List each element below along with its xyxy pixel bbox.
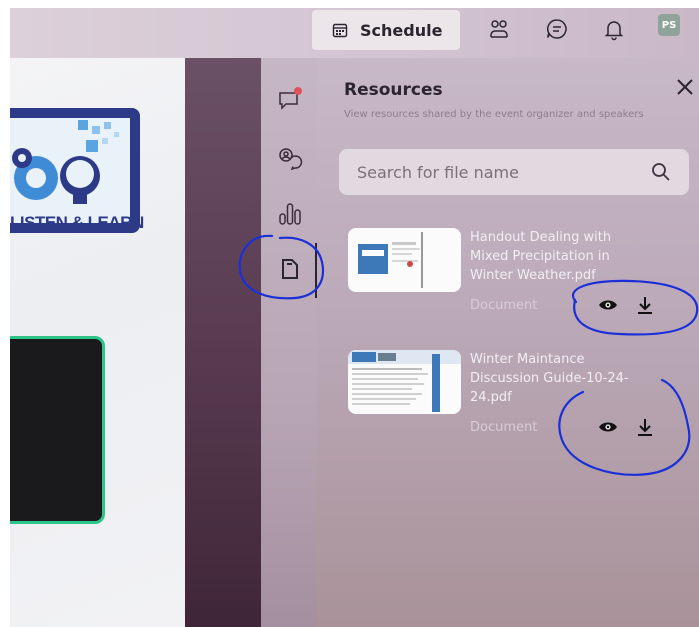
- view-button[interactable]: [595, 292, 621, 318]
- download-icon: [638, 297, 652, 314]
- presentation-stage: LISTEN & LEARN: [10, 58, 185, 627]
- resource-item[interactable]: Winter Maintance Discussion Guide-10-24-…: [348, 350, 688, 450]
- avatar[interactable]: PS: [658, 14, 680, 36]
- file-type: Document: [470, 298, 538, 313]
- top-bar: Schedule PS: [10, 8, 699, 58]
- file-type: Document: [470, 420, 538, 435]
- search-icon[interactable]: [650, 161, 672, 183]
- close-icon: [677, 79, 693, 95]
- view-button[interactable]: [595, 414, 621, 440]
- panel-subtitle: View resources shared by the event organ…: [344, 109, 644, 120]
- side-rail: [261, 58, 318, 627]
- chat-notification-icon[interactable]: [277, 86, 303, 112]
- close-button[interactable]: [674, 76, 696, 98]
- download-icon: [638, 419, 652, 436]
- search-input[interactable]: [357, 159, 637, 185]
- schedule-button[interactable]: Schedule: [312, 10, 460, 50]
- download-button[interactable]: [632, 414, 658, 440]
- download-button[interactable]: [632, 292, 658, 318]
- search-box: [339, 149, 689, 195]
- event-logo-text: LISTEN & LEARN: [10, 213, 144, 232]
- stage-divider: [185, 58, 261, 627]
- poll-chart-icon[interactable]: [277, 201, 303, 227]
- document-icon[interactable]: [277, 256, 303, 282]
- file-name: Handout Dealing with Mixed Precipitation…: [470, 230, 612, 283]
- bell-icon[interactable]: [599, 14, 629, 44]
- file-name: Winter Maintance Discussion Guide-10-24-…: [470, 352, 629, 405]
- video-tile[interactable]: [10, 336, 105, 524]
- file-thumbnail[interactable]: [348, 350, 461, 414]
- eye-icon: [599, 300, 617, 310]
- chat-bubble-icon[interactable]: [542, 14, 572, 44]
- panel-title: Resources: [344, 80, 443, 100]
- calendar-icon: [332, 23, 348, 38]
- eye-icon: [599, 422, 617, 432]
- resources-panel: Resources View resources shared by the e…: [317, 58, 699, 627]
- people-icon[interactable]: [484, 14, 514, 44]
- resource-item[interactable]: Handout Dealing with Mixed Precipitation…: [348, 228, 688, 328]
- people-chat-icon[interactable]: [277, 146, 303, 172]
- schedule-label: Schedule: [360, 20, 443, 40]
- file-thumbnail[interactable]: [348, 228, 461, 292]
